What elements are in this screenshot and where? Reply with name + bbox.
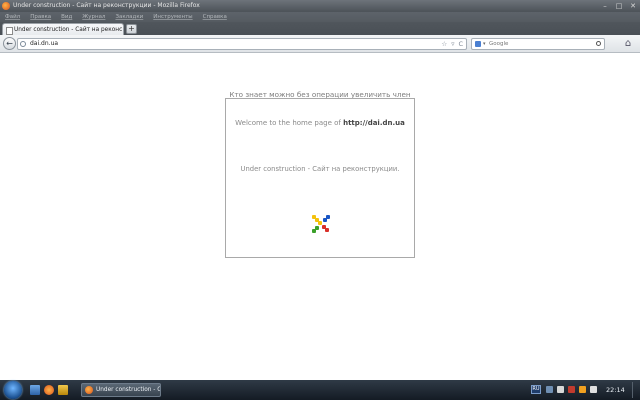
menu-item-view[interactable]: Вид <box>61 14 72 20</box>
window-controls: – □ ✕ <box>601 1 637 11</box>
language-indicator[interactable]: RU <box>531 385 541 394</box>
home-button[interactable]: ⌂ <box>622 38 634 50</box>
firefox-quicklaunch-icon[interactable] <box>44 385 54 395</box>
tray-app-icon[interactable] <box>546 386 553 393</box>
start-button[interactable] <box>4 381 22 399</box>
search-bar[interactable]: ▾ Google <box>471 38 605 50</box>
menu-item-help[interactable]: Справка <box>203 14 227 20</box>
construction-box: Welcome to the home page of http://dai.d… <box>225 98 415 258</box>
taskbar: Under construction - С... RU 22:14 <box>0 380 640 400</box>
url-input[interactable]: dai.dn.ua <box>30 39 58 49</box>
search-engine-icon[interactable] <box>475 41 481 47</box>
folder-quicklaunch-icon[interactable] <box>58 385 68 395</box>
bookmark-star-icon[interactable]: ☆ <box>441 39 447 49</box>
maximize-button[interactable]: □ <box>615 1 623 11</box>
menu-item-file[interactable]: Файл <box>5 14 20 20</box>
url-bar[interactable]: dai.dn.ua ☆ ▿ C <box>17 38 467 50</box>
globe-icon <box>20 41 26 47</box>
show-desktop-button[interactable] <box>632 382 639 398</box>
reload-icon[interactable]: C <box>458 39 463 49</box>
menu-bar: Файл Правка Вид Журнал Закладки Инструме… <box>0 12 640 22</box>
under-construction-text: Under construction - Сайт на реконструкц… <box>240 165 400 173</box>
clock[interactable]: 22:14 <box>606 380 625 400</box>
logo-green-bar <box>312 226 319 233</box>
taskbar-firefox-window[interactable]: Under construction - С... <box>81 383 161 397</box>
engine-dropdown-icon[interactable]: ▾ <box>483 39 486 49</box>
welcome-text: Welcome to the home page of http://dai.d… <box>226 119 414 127</box>
construction-logo-icon <box>312 215 330 233</box>
history-dropdown-icon[interactable]: ▿ <box>451 39 454 49</box>
window-title: Under construction - Сайт на реконструкц… <box>13 2 200 9</box>
window-title-bar: Under construction - Сайт на реконструкц… <box>0 0 640 12</box>
menu-item-edit[interactable]: Правка <box>30 14 51 20</box>
page-content: Кто знает можно без операции увеличить ч… <box>0 53 640 380</box>
logo-red-bar <box>322 225 329 232</box>
tray-security-icon[interactable] <box>568 386 575 393</box>
show-desktop-quicklaunch-icon[interactable] <box>30 385 40 395</box>
site-url: http://dai.dn.ua <box>343 119 405 127</box>
new-tab-button[interactable]: + <box>126 24 137 34</box>
url-actions: ☆ ▿ C <box>441 39 463 49</box>
tab-active[interactable]: Under construction - Сайт на реконструкц… <box>2 23 124 35</box>
back-button[interactable]: ← <box>3 37 16 50</box>
menu-item-tools[interactable]: Инструменты <box>153 14 192 20</box>
search-input[interactable]: Google <box>489 39 508 49</box>
welcome-prefix: Welcome to the home page of <box>235 119 344 127</box>
logo-yellow-bar <box>312 215 322 225</box>
search-icon[interactable] <box>596 41 601 46</box>
tab-strip: Under construction - Сайт на реконструкц… <box>0 22 640 35</box>
taskbar-window-label: Under construction - С... <box>96 387 160 393</box>
tray-network-icon[interactable] <box>557 386 564 393</box>
tray-update-icon[interactable] <box>579 386 586 393</box>
logo-blue-bar <box>323 215 330 222</box>
menu-item-history[interactable]: Журнал <box>82 14 105 20</box>
minimize-button[interactable]: – <box>601 1 609 11</box>
menu-item-bookmarks[interactable]: Закладки <box>115 14 143 20</box>
firefox-icon <box>85 386 93 394</box>
close-button[interactable]: ✕ <box>629 1 637 11</box>
page-icon <box>6 27 13 35</box>
tray-volume-icon[interactable] <box>590 386 597 393</box>
navigation-toolbar: ← dai.dn.ua ☆ ▿ C ▾ Google ⌂ <box>0 35 640 53</box>
firefox-icon <box>2 2 10 10</box>
